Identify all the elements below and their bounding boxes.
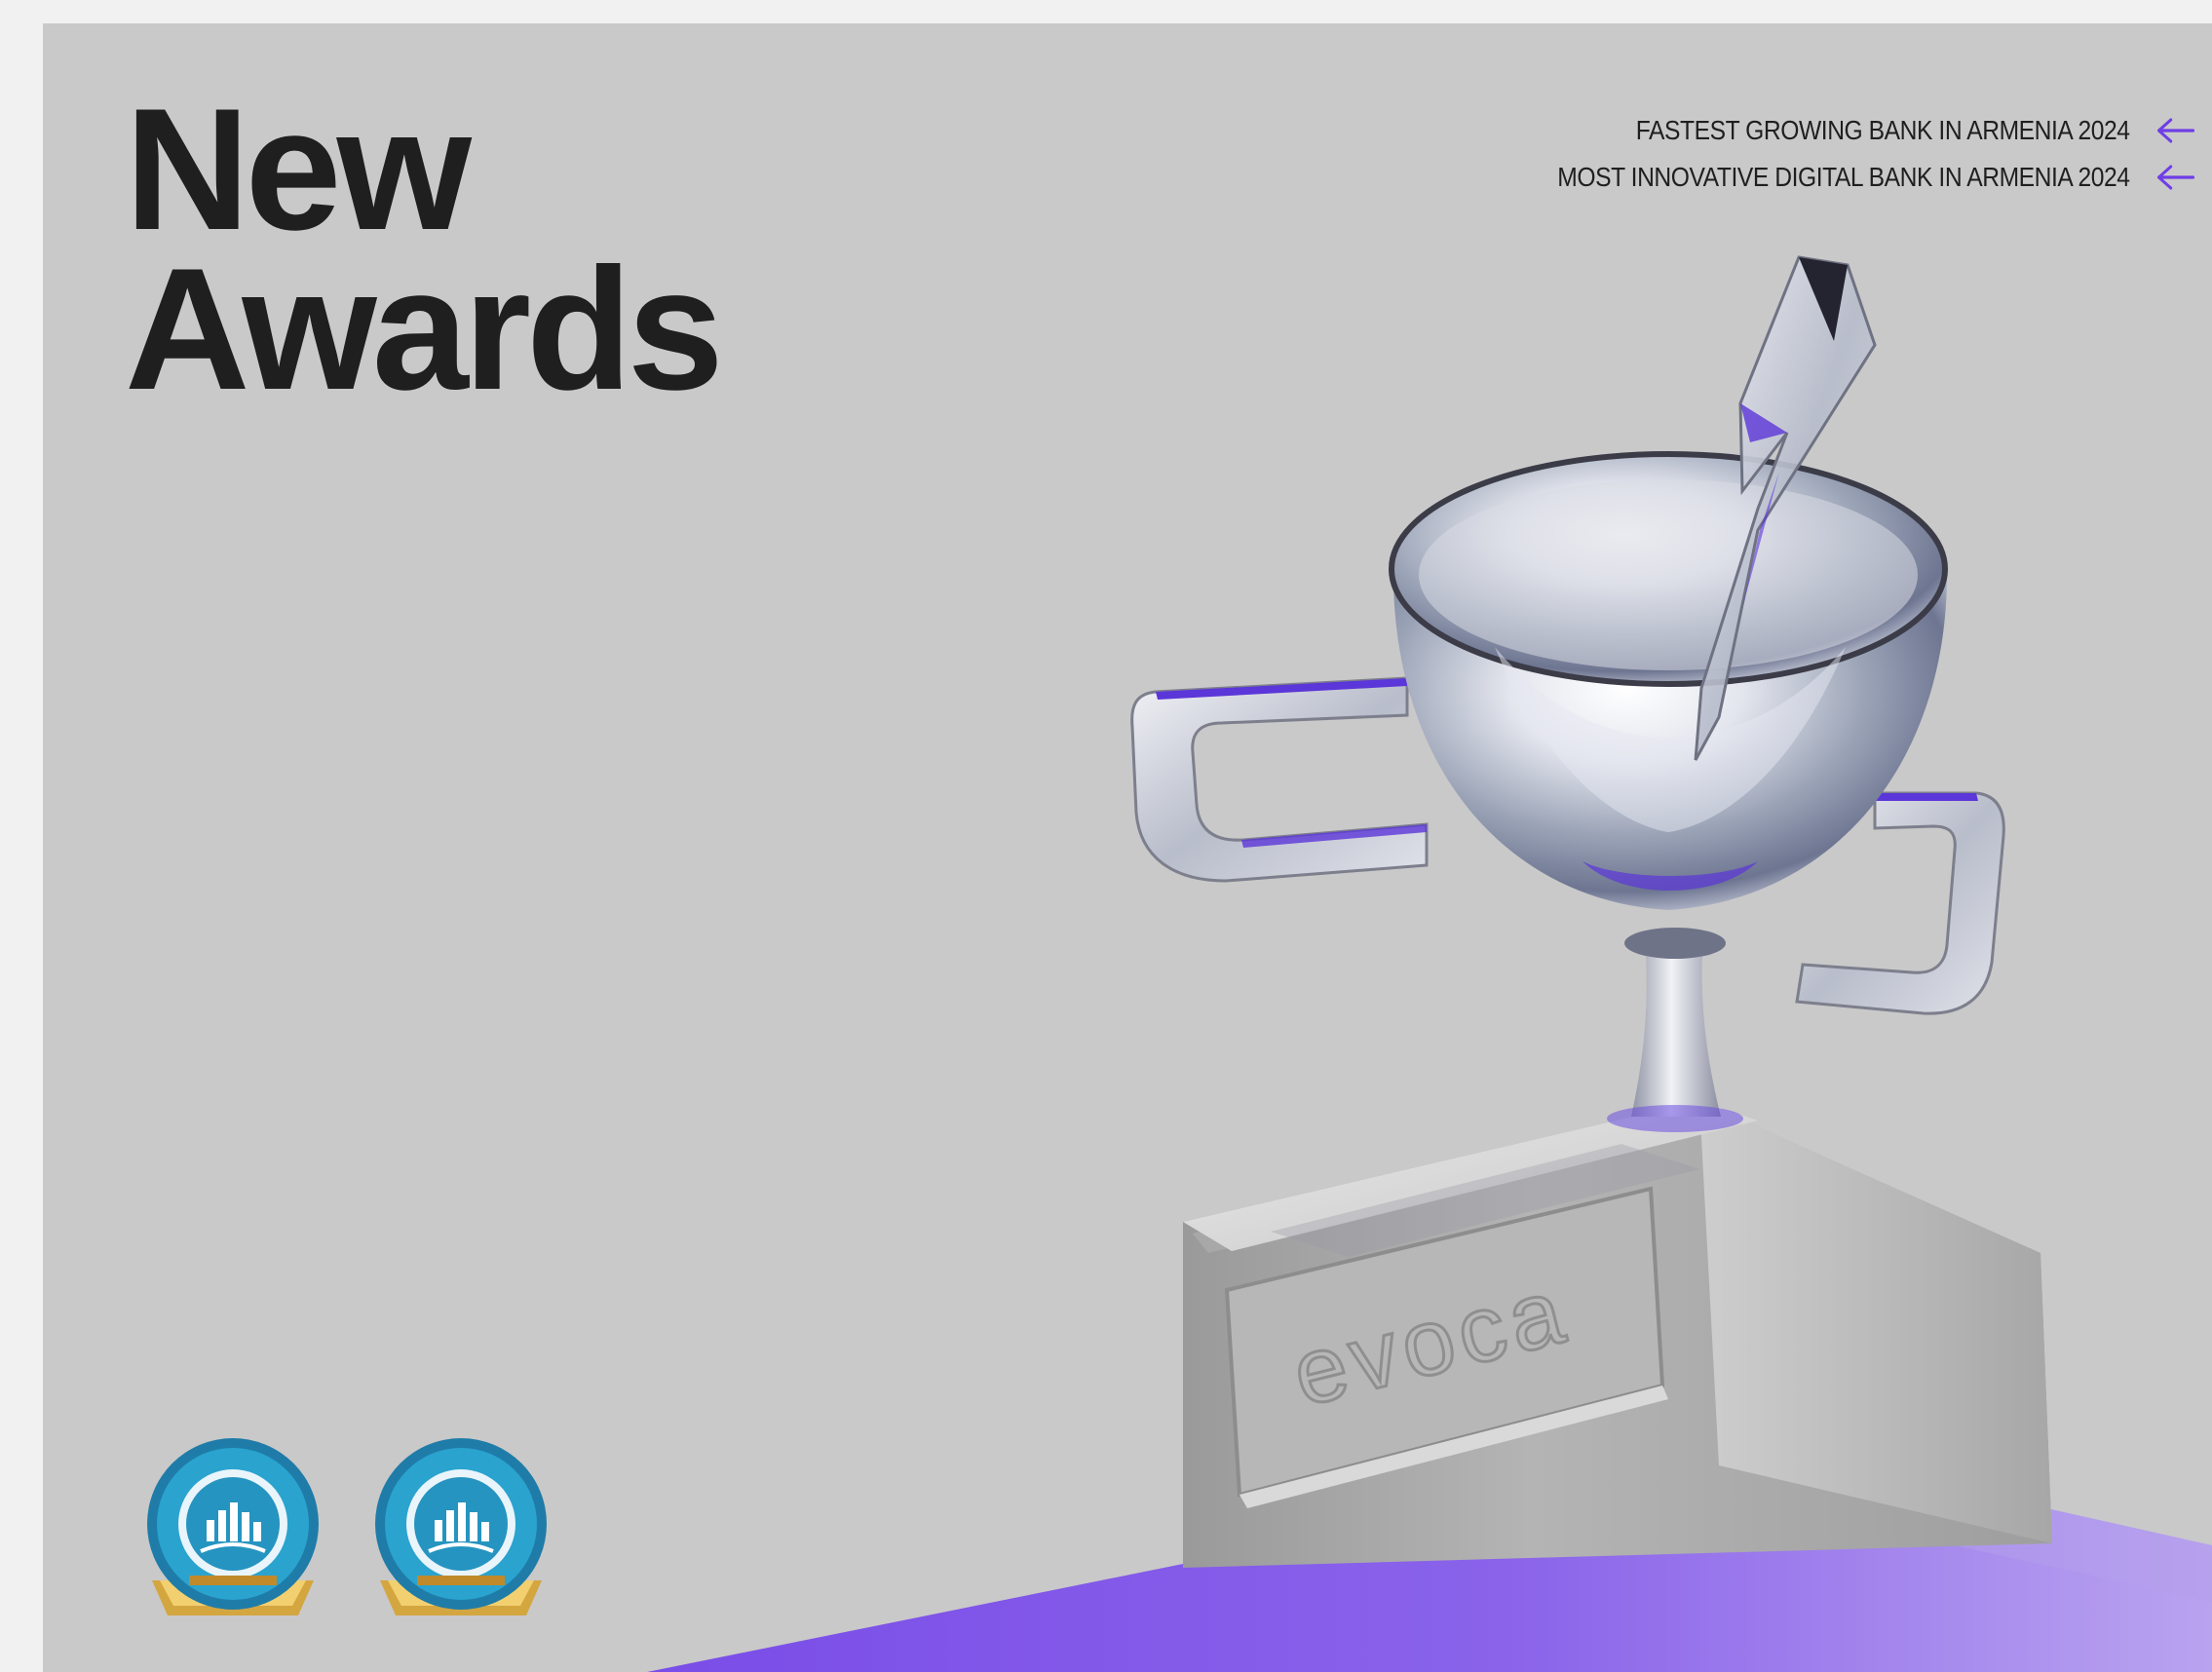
trophy-stem [1607,928,1743,1132]
awards-banner: New Awards FASTEST GROWING BANK IN ARMEN… [43,23,2212,1672]
trophy-base: evoca [1183,1101,2052,1568]
trophy-cup [1389,451,1948,910]
trophy-illustration: evoca [647,255,2212,1672]
award-badges [133,1434,561,1629]
award-seal-icon [147,1438,319,1615]
award-seal-icon [375,1438,547,1615]
